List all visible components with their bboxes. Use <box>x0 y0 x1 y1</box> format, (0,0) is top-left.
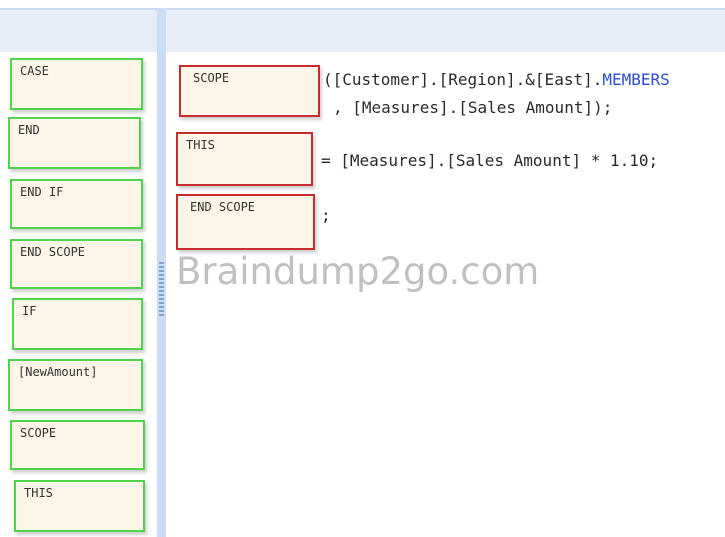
answer-slot-scope[interactable]: SCOPE <box>179 65 320 117</box>
tile-label: THIS <box>24 486 53 500</box>
tile-label: IF <box>22 304 37 318</box>
code-line-4: ; <box>321 206 331 225</box>
code-line-3: = [Measures].[Sales Amount] * 1.10; <box>321 151 658 170</box>
tile-label: [NewAmount] <box>18 365 98 379</box>
source-tile-end-scope[interactable]: END SCOPE <box>10 239 143 289</box>
source-tile-scope[interactable]: SCOPE <box>10 420 145 470</box>
watermark: Braindump2go.com <box>176 250 540 293</box>
resize-grip[interactable] <box>159 262 164 318</box>
source-tile-end[interactable]: END <box>8 117 141 169</box>
slot-label: THIS <box>186 138 215 152</box>
tile-label: CASE <box>20 64 49 78</box>
code-line-2: , [Measures].[Sales Amount]); <box>333 98 612 117</box>
code-text: ; <box>321 206 331 225</box>
source-tile-case[interactable]: CASE <box>10 58 143 110</box>
source-tile-newamount[interactable]: [NewAmount] <box>8 359 143 411</box>
code-text: , [Measures].[Sales Amount]); <box>333 98 613 117</box>
tile-label: SCOPE <box>20 426 57 440</box>
source-tile-if[interactable]: IF <box>12 298 143 350</box>
slot-label: SCOPE <box>193 71 230 85</box>
members-keyword: MEMBERS <box>602 70 670 89</box>
tile-label: END SCOPE <box>20 245 86 259</box>
slot-label: END SCOPE <box>190 200 256 214</box>
code-line-1: ([Customer].[Region].&[East].MEMBERS <box>323 70 670 89</box>
answer-slot-this[interactable]: THIS <box>176 132 313 186</box>
answer-slot-end-scope[interactable]: END SCOPE <box>176 194 315 250</box>
source-tile-this[interactable]: THIS <box>14 480 145 532</box>
tile-label: END IF <box>20 185 64 199</box>
code-text: ([Customer].[Region].&[East]. <box>323 70 603 89</box>
header-strip <box>0 8 725 54</box>
source-tile-end-if[interactable]: END IF <box>10 179 143 229</box>
tile-label: END <box>18 123 40 137</box>
answer-area <box>166 52 725 537</box>
code-text: = [Measures].[Sales Amount] * 1.10; <box>321 151 659 170</box>
